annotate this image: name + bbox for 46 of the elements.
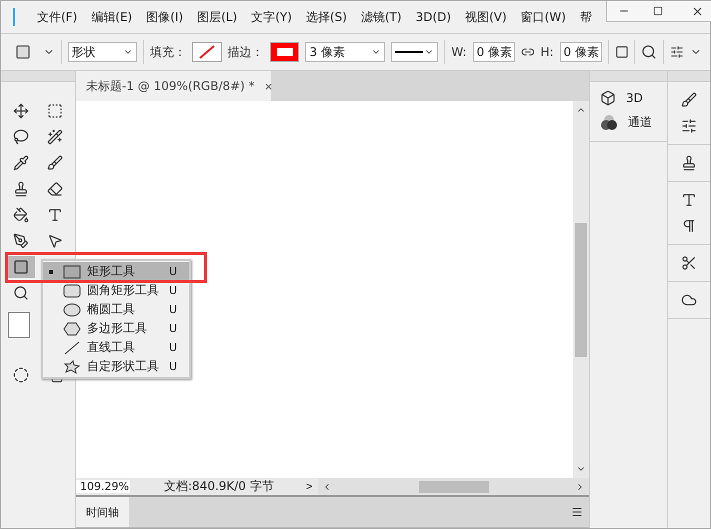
menu-item-label: 椭圆工具	[87, 301, 136, 318]
menu-item[interactable]: 图层(L)	[197, 8, 238, 26]
shape-mode-select[interactable]: 形状	[68, 42, 138, 62]
menu-item[interactable]: 编辑(E)	[91, 8, 132, 26]
shortcut-label: U	[168, 284, 177, 297]
width-label: W:	[451, 45, 467, 59]
menu-item[interactable]: 多边形工具 U	[43, 319, 189, 338]
menu-item[interactable]: 直线工具 U	[43, 338, 189, 357]
height-label: H:	[540, 45, 554, 59]
height-field[interactable]: 0 像素	[560, 42, 602, 62]
menu-item[interactable]: 图像(I)	[146, 8, 184, 26]
menu-item[interactable]: 圆角矩形工具 U	[43, 281, 189, 300]
menu-item-label: 圆角矩形工具	[87, 282, 160, 299]
shortcut-label: U	[168, 265, 177, 278]
document-title: 未标题-1 @ 109%(RGB/8#) *	[86, 78, 255, 94]
menu-item[interactable]: 选择(S)	[306, 8, 347, 26]
menu-item[interactable]: 3D(D)	[416, 10, 452, 24]
menu-item[interactable]: 窗口(W)	[520, 8, 566, 26]
document-info: 文档:840.9K/0 字节	[164, 478, 275, 495]
menu-item[interactable]: 文字(Y)	[251, 8, 292, 26]
timeline-tab[interactable]: 时间轴	[76, 497, 129, 527]
shortcut-label: U	[168, 341, 177, 354]
menu-item[interactable]: 滤镜(T)	[360, 8, 402, 26]
stroke-width-select[interactable]: 3 像素	[305, 42, 385, 62]
panel-label[interactable]: 通道	[628, 114, 652, 131]
menu-item[interactable]: 文件(F)	[37, 8, 78, 26]
menu-item-label: 直线工具	[87, 339, 136, 356]
document-tab[interactable]: 未标题-1 @ 109%(RGB/8#) * ×	[76, 71, 271, 101]
menu-item[interactable]: 矩形工具 U	[43, 262, 189, 281]
menu-item-label: 自定形状工具	[87, 358, 160, 375]
menu-item[interactable]: 椭圆工具 U	[43, 300, 189, 319]
menu-item-label: 多边形工具	[87, 320, 148, 337]
panel-label[interactable]: 3D	[626, 91, 643, 105]
shortcut-label: U	[168, 322, 177, 335]
menu-item-label: 矩形工具	[87, 263, 136, 280]
status-menu-button[interactable]: >	[306, 480, 312, 492]
tab-close-button[interactable]: ×	[264, 78, 272, 94]
menu-item[interactable]: 自定形状工具 U	[43, 357, 189, 376]
width-field[interactable]: 0 像素	[472, 42, 515, 62]
zoom-field[interactable]: 109.29%	[76, 480, 130, 493]
shortcut-label: U	[168, 303, 177, 316]
shortcut-label: U	[168, 360, 177, 373]
menu-item[interactable]: 视图(V)	[465, 8, 507, 26]
fill-label: 填充：	[150, 44, 186, 60]
stroke-label: 描边：	[228, 44, 264, 60]
menu-item[interactable]: 帮	[580, 8, 592, 26]
